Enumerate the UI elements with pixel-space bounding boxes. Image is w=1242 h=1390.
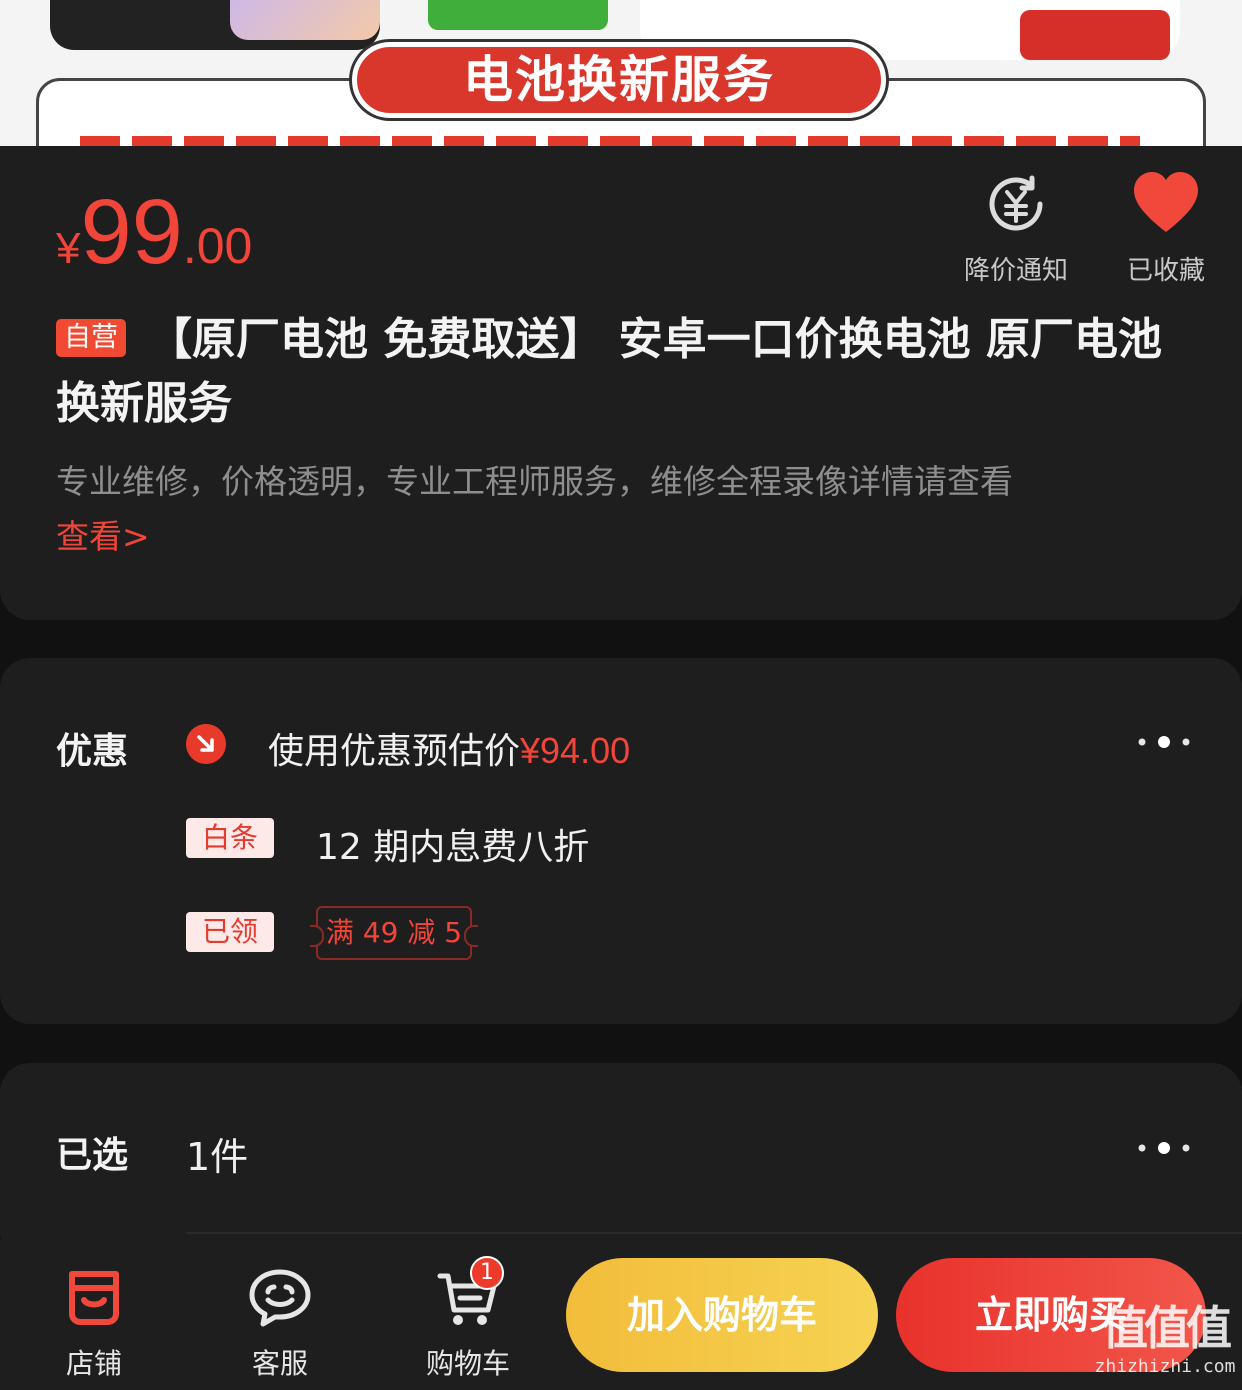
banner-service-title: 电池换新服务 [352, 42, 886, 118]
claimed-tag: 已领 [186, 912, 274, 952]
estimated-price-row: 使用优惠预估价¥94.00 [268, 722, 630, 774]
shop-icon [69, 1271, 119, 1325]
site-watermark: 值值值 zhizhizhi.com [1090, 1300, 1240, 1390]
banner-red-text-strip [80, 136, 1140, 146]
product-title-text: 【原厂电池 免费取送】 安卓一口价换电池 原厂电池换新服务 [56, 314, 1162, 429]
heart-icon [1134, 172, 1198, 232]
watermark-url: zhizhizhi.com [1094, 1356, 1236, 1377]
shop-button[interactable]: 店铺 [34, 1266, 154, 1382]
watermark-logo: 值值值 [1102, 1301, 1232, 1355]
selection-value: 1件 [186, 1135, 249, 1179]
service-icon [249, 1269, 311, 1327]
price-down-icon [186, 724, 226, 764]
selection-label: 已选 [56, 1135, 129, 1176]
cart-count-badge: 1 [470, 1256, 504, 1290]
banner-phone-screen [230, 0, 380, 40]
cart-button[interactable]: 购物车 [408, 1266, 528, 1382]
favorite-label: 已收藏 [1126, 256, 1205, 286]
shop-label: 店铺 [65, 1347, 122, 1380]
baitiao-tag: 白条 [186, 818, 274, 858]
price-alert-button[interactable]: 降价通知 [956, 168, 1076, 287]
selection-divider [186, 1232, 1242, 1234]
promotions-more-icon[interactable] [1136, 736, 1192, 748]
estimated-price-value: ¥94.00 [520, 730, 631, 771]
promotions-label: 优惠 [56, 731, 129, 772]
product-title: 自营 【原厂电池 免费取送】 安卓一口价换电池 原厂电池换新服务 [56, 308, 1186, 436]
price-alert-label: 降价通知 [963, 256, 1068, 286]
product-description: 专业维修，价格透明，专业工程师服务，维修全程录像详情请查看 [56, 462, 1013, 501]
product-banner[interactable]: 电池换新服务 [0, 0, 1242, 146]
customer-service-button[interactable]: 客服 [220, 1266, 340, 1382]
estimated-price-label: 使用优惠预估价 [268, 731, 521, 772]
selection-more-icon[interactable] [1136, 1142, 1192, 1154]
baitiao-offer-text: 12 期内息费八折 [316, 827, 590, 868]
cart-label: 购物车 [425, 1347, 510, 1380]
price-integer: 99 [80, 181, 183, 283]
service-label: 客服 [251, 1347, 308, 1380]
coupon-ticket[interactable]: 满 49 减 5 [310, 906, 478, 960]
banner-technician-detail [1020, 10, 1170, 60]
self-operated-tag: 自营 [56, 319, 126, 357]
favorite-button[interactable]: 已收藏 [1106, 168, 1226, 287]
description-more-link[interactable]: 查看> [56, 510, 150, 558]
add-to-cart-button[interactable]: 加入购物车 [566, 1258, 878, 1372]
price-decimal: .00 [182, 218, 253, 274]
banner-battery-image [428, 0, 608, 30]
price-alert-icon [989, 175, 1043, 231]
product-price: ¥99.00 [56, 186, 252, 278]
price-currency: ¥ [56, 224, 81, 273]
